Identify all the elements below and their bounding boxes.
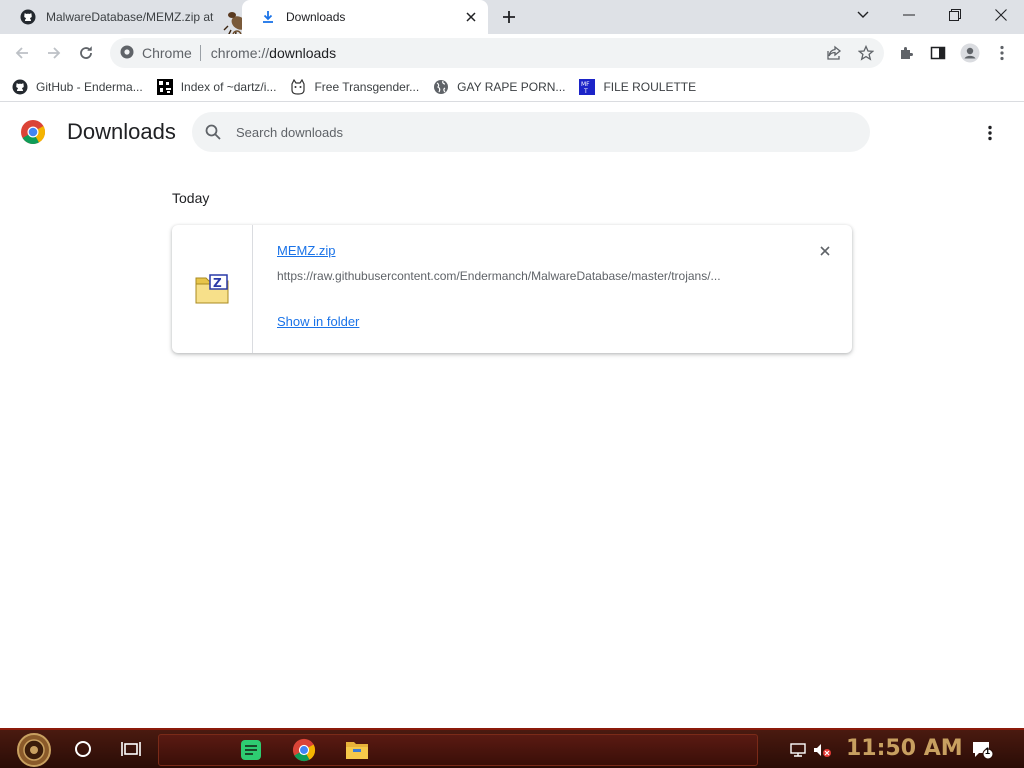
bookmark-github[interactable]: GitHub - Enderma...	[12, 79, 143, 95]
minimize-button[interactable]	[886, 0, 932, 30]
taskbar: 11:50 AM 1	[0, 728, 1024, 768]
tab-strip: MalwareDatabase/MEMZ.zip at Downloads	[0, 0, 1024, 40]
browser-toolbar: Chrome chrome:// downloads	[0, 34, 1024, 72]
steampunk-gear-icon	[17, 733, 51, 767]
pixel-icon	[156, 78, 173, 95]
side-panel-icon[interactable]	[924, 39, 952, 67]
tab-title: MalwareDatabase/MEMZ.zip at	[46, 10, 214, 24]
downloads-header: Downloads	[0, 103, 1024, 159]
github-icon	[20, 9, 36, 25]
tab-title: Downloads	[286, 10, 346, 24]
back-button[interactable]	[8, 39, 36, 67]
downloads-menu-icon[interactable]	[976, 121, 1004, 145]
tab-malware-database[interactable]: MalwareDatabase/MEMZ.zip at	[8, 0, 240, 34]
search-input[interactable]	[236, 124, 836, 140]
bookmark-star-icon[interactable]	[852, 39, 880, 67]
new-tab-button[interactable]	[498, 6, 520, 28]
file-name-link[interactable]: MEMZ.zip	[277, 243, 336, 258]
bookmarks-bar: GitHub - Enderma... Index of ~dartz/i...…	[0, 72, 1024, 102]
profile-avatar-icon[interactable]	[956, 39, 984, 67]
bookmark-file-roulette[interactable]: MF T FILE ROULETTE	[579, 78, 697, 95]
omnibox-divider	[199, 45, 201, 61]
file-explorer-icon[interactable]	[345, 738, 369, 762]
start-button[interactable]	[10, 732, 58, 768]
zip-file-icon: Z	[195, 274, 229, 304]
extensions-icon[interactable]	[892, 39, 920, 67]
bookmark-label: Free Transgender...	[314, 79, 420, 94]
chrome-taskbar-icon[interactable]	[292, 738, 316, 762]
file-icon-column: Z	[172, 225, 253, 353]
chrome-icon	[120, 45, 134, 62]
forward-button[interactable]	[40, 39, 68, 67]
github-icon	[12, 79, 28, 95]
task-view-icon[interactable]	[120, 738, 142, 760]
search-icon	[204, 123, 222, 141]
svg-text:MF: MF	[581, 81, 590, 88]
restore-button[interactable]	[932, 0, 978, 30]
bookmark-index-dartz[interactable]: Index of ~dartz/i...	[156, 78, 277, 95]
close-tab-icon[interactable]	[462, 8, 480, 26]
cortana-icon[interactable]	[72, 738, 94, 760]
address-bar[interactable]: Chrome chrome:// downloads	[110, 38, 884, 68]
reload-button[interactable]	[72, 39, 100, 67]
mft-icon: MF T	[579, 78, 596, 95]
globe-icon	[433, 79, 449, 95]
cat-icon	[290, 78, 306, 95]
notification-count: 1	[985, 746, 991, 756]
share-icon[interactable]	[820, 39, 848, 67]
url-scheme: chrome://	[210, 45, 270, 61]
download-item-card: Z MEMZ.zip https://raw.githubusercontent…	[172, 225, 852, 353]
bookmark-free-transgender[interactable]: Free Transgender...	[290, 78, 420, 95]
tab-downloads[interactable]: Downloads	[242, 0, 488, 34]
network-icon[interactable]	[788, 740, 808, 760]
browser-menu-icon[interactable]	[988, 39, 1016, 67]
bookmark-gay-rape[interactable]: GAY RAPE PORN...	[433, 79, 565, 95]
volume-muted-icon[interactable]	[812, 740, 832, 760]
search-downloads-field[interactable]	[192, 112, 870, 152]
bookmark-label: Index of ~dartz/i...	[180, 79, 277, 94]
date-section-heading: Today	[172, 190, 210, 206]
site-chip: Chrome	[142, 45, 192, 61]
notes-app-icon[interactable]	[239, 738, 263, 762]
download-icon	[260, 9, 276, 25]
bookmark-label: GitHub - Enderma...	[36, 79, 143, 94]
remove-download-icon[interactable]	[816, 242, 834, 260]
page-title: Downloads	[67, 119, 176, 144]
close-window-button[interactable]	[978, 0, 1024, 30]
url-host: downloads	[269, 45, 337, 61]
file-source-url[interactable]: https://raw.githubusercontent.com/Enderm…	[277, 269, 777, 283]
show-in-folder-link[interactable]: Show in folder	[277, 314, 359, 329]
bookmark-label: GAY RAPE PORN...	[457, 79, 566, 94]
svg-text:T: T	[583, 88, 588, 95]
tab-search-icon[interactable]	[840, 0, 886, 30]
bookmark-label: FILE ROULETTE	[603, 79, 697, 94]
svg-text:Z: Z	[213, 276, 222, 290]
notifications-icon[interactable]: 1	[970, 740, 996, 760]
clock[interactable]: 11:50 AM	[846, 736, 963, 761]
chrome-logo-icon	[21, 120, 46, 145]
